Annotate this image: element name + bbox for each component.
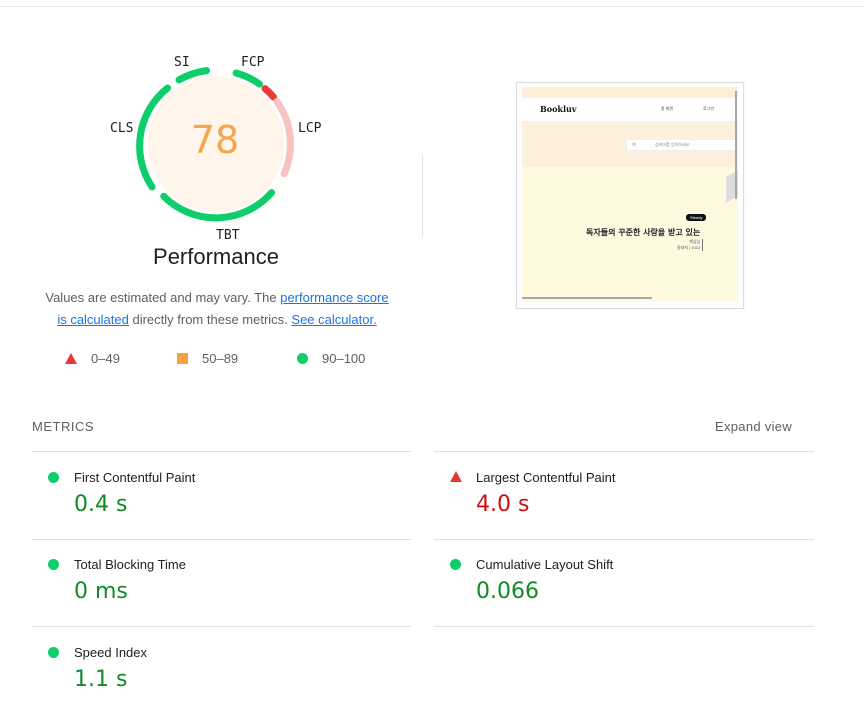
metric-name: First Contentful Paint [74, 470, 196, 485]
metric-value: 0 ms [74, 579, 128, 604]
metrics-divider [434, 451, 814, 452]
pass-circle-icon [48, 559, 59, 570]
screenshot-horizontal-scrollbar [522, 297, 652, 299]
score-description: Values are estimated and may vary. The p… [22, 287, 412, 331]
legend-fail: 0–49 [65, 351, 120, 366]
gauge-label-fcp: FCP [241, 55, 265, 70]
pass-circle-icon [48, 647, 59, 658]
screenshot-badge: Steady [686, 214, 707, 221]
gauge-label-cls: CLS [110, 121, 134, 136]
screenshot-navbar: Bookluv 홈 화면 로그인 [522, 98, 738, 121]
metric-name: Cumulative Layout Shift [476, 557, 614, 572]
gauge-segment-lcp-score [261, 85, 277, 101]
screenshot-search: 책 검색어를 입력하세요 [626, 139, 736, 151]
metrics-divider [434, 539, 814, 540]
metric-value: 1.1 s [74, 667, 128, 692]
legend-pass-label: 90–100 [322, 351, 366, 366]
gauge-label-tbt: TBT [216, 228, 240, 243]
expand-view-button[interactable]: Expand view [715, 419, 792, 434]
square-icon [177, 353, 188, 364]
metric-name: Largest Contentful Paint [476, 470, 616, 485]
gauge-title: Performance [153, 244, 279, 269]
fail-triangle-icon [450, 471, 462, 482]
description-text: Values are estimated and may vary. The [45, 290, 281, 305]
metrics-divider [32, 539, 411, 540]
legend-average-label: 50–89 [202, 351, 239, 366]
legend-fail-label: 0–49 [91, 351, 120, 366]
gauge-label-lcp: LCP [298, 121, 322, 136]
metrics-divider [434, 626, 814, 627]
metric-name: Speed Index [74, 645, 148, 660]
screenshot-top-band [522, 87, 738, 98]
metrics-divider [32, 626, 411, 627]
final-screenshot[interactable]: Bookluv 홈 화면 로그인 책 검색어를 입력하세요 Steady 독자들… [516, 82, 744, 309]
pass-circle-icon [450, 559, 461, 570]
screenshot-nav-home: 홈 화면 [661, 106, 674, 111]
description-middle: directly from these metrics. [128, 312, 292, 327]
metric-value: 0.4 s [74, 492, 128, 517]
gauge-label-si: SI [174, 55, 190, 70]
vertical-divider [422, 155, 423, 237]
screenshot-headline: 독자들의 꾸준한 사랑을 받고 있는 [586, 228, 701, 237]
metrics-section-title: METRICS [32, 419, 94, 434]
screenshot-logo: Bookluv [540, 104, 577, 114]
triangle-icon [65, 353, 77, 364]
metric-name: Total Blocking Time [74, 557, 186, 572]
pass-circle-icon [48, 472, 59, 483]
legend-pass: 90–100 [297, 351, 365, 366]
legend-average: 50–89 [177, 351, 238, 366]
screenshot-nav-login: 로그인 [703, 106, 715, 111]
circle-icon [297, 353, 308, 364]
performance-score: 78 [190, 118, 240, 162]
metric-value: 0.066 [476, 579, 539, 604]
metric-value: 4.0 s [476, 492, 530, 517]
screenshot-vertical-scrollbar [735, 91, 737, 199]
metrics-divider [32, 451, 411, 452]
performance-gauge: 78 SI FCP LCP CLS TBT Performance [0, 0, 430, 290]
screenshot-subtext: 책심심 칼대지 | 1013 [677, 239, 704, 251]
see-calculator-link[interactable]: See calculator. [291, 312, 376, 327]
screenshot-page: Bookluv 홈 화면 로그인 책 검색어를 입력하세요 Steady 독자들… [522, 87, 738, 302]
